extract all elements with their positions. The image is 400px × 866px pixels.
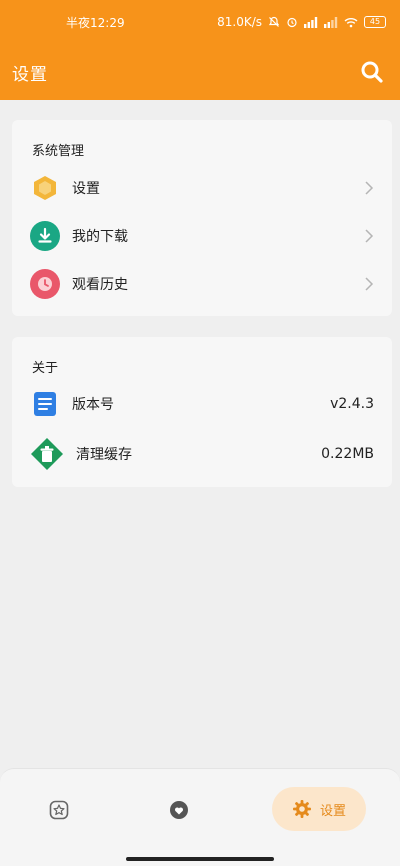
hexagon-settings-icon: [30, 173, 60, 203]
chevron-right-icon: [365, 181, 374, 195]
chevron-right-icon: [365, 277, 374, 291]
search-icon: [361, 61, 383, 83]
signal-icon-2: [324, 16, 338, 28]
nav-settings-label: 设置: [319, 803, 346, 819]
about-card: 关于 版本号 v2.4.3 清理缓存 0.22MB: [12, 337, 392, 487]
gear-icon: [292, 800, 311, 818]
row-my-downloads[interactable]: 我的下载: [12, 214, 392, 258]
alarm-icon: [286, 16, 298, 28]
page-title: 设置: [12, 64, 48, 85]
trash-icon: [30, 437, 64, 471]
cache-size-value: 0.22MB: [321, 446, 374, 462]
signal-icon: [304, 16, 318, 28]
row-label-downloads: 我的下载: [72, 229, 128, 245]
star-icon: [49, 800, 69, 820]
bottom-nav: 设置: [0, 768, 400, 866]
network-speed: 81.0K/s: [217, 15, 262, 29]
wifi-icon: [344, 17, 358, 28]
clock-icon: [30, 269, 60, 299]
row-settings[interactable]: 设置: [12, 166, 392, 210]
section-title-system: 系统管理: [32, 144, 85, 159]
app-bar: 设置: [0, 44, 400, 100]
section-title-about: 关于: [32, 361, 59, 376]
row-label-settings: 设置: [72, 181, 100, 197]
row-clear-cache[interactable]: 清理缓存 0.22MB: [12, 432, 392, 476]
status-time: 半夜12:29: [66, 15, 125, 30]
row-label-version: 版本号: [72, 397, 114, 413]
home-indicator[interactable]: [126, 857, 274, 861]
nav-settings-button[interactable]: 设置: [272, 787, 366, 831]
row-watch-history[interactable]: 观看历史: [12, 262, 392, 306]
mute-bell-icon: [268, 16, 280, 28]
search-button[interactable]: [358, 58, 386, 86]
battery-indicator: 45: [364, 16, 386, 28]
nav-likes-button[interactable]: [164, 795, 194, 825]
row-version: 版本号 v2.4.3: [12, 382, 392, 426]
heart-icon: [170, 801, 188, 819]
version-value: v2.4.3: [330, 396, 374, 412]
header: 半夜12:29 81.0K/s 45 设置: [0, 0, 400, 100]
chevron-right-icon: [365, 229, 374, 243]
document-icon: [30, 389, 60, 419]
download-icon: [30, 221, 60, 251]
status-bar: 半夜12:29 81.0K/s 45: [0, 0, 400, 44]
system-management-card: 系统管理 设置 我的下载 观看历史: [12, 120, 392, 316]
row-label-history: 观看历史: [72, 277, 128, 293]
row-label-clear-cache: 清理缓存: [76, 447, 132, 463]
status-icons: 81.0K/s 45: [217, 15, 386, 29]
nav-favorites-button[interactable]: [44, 795, 74, 825]
